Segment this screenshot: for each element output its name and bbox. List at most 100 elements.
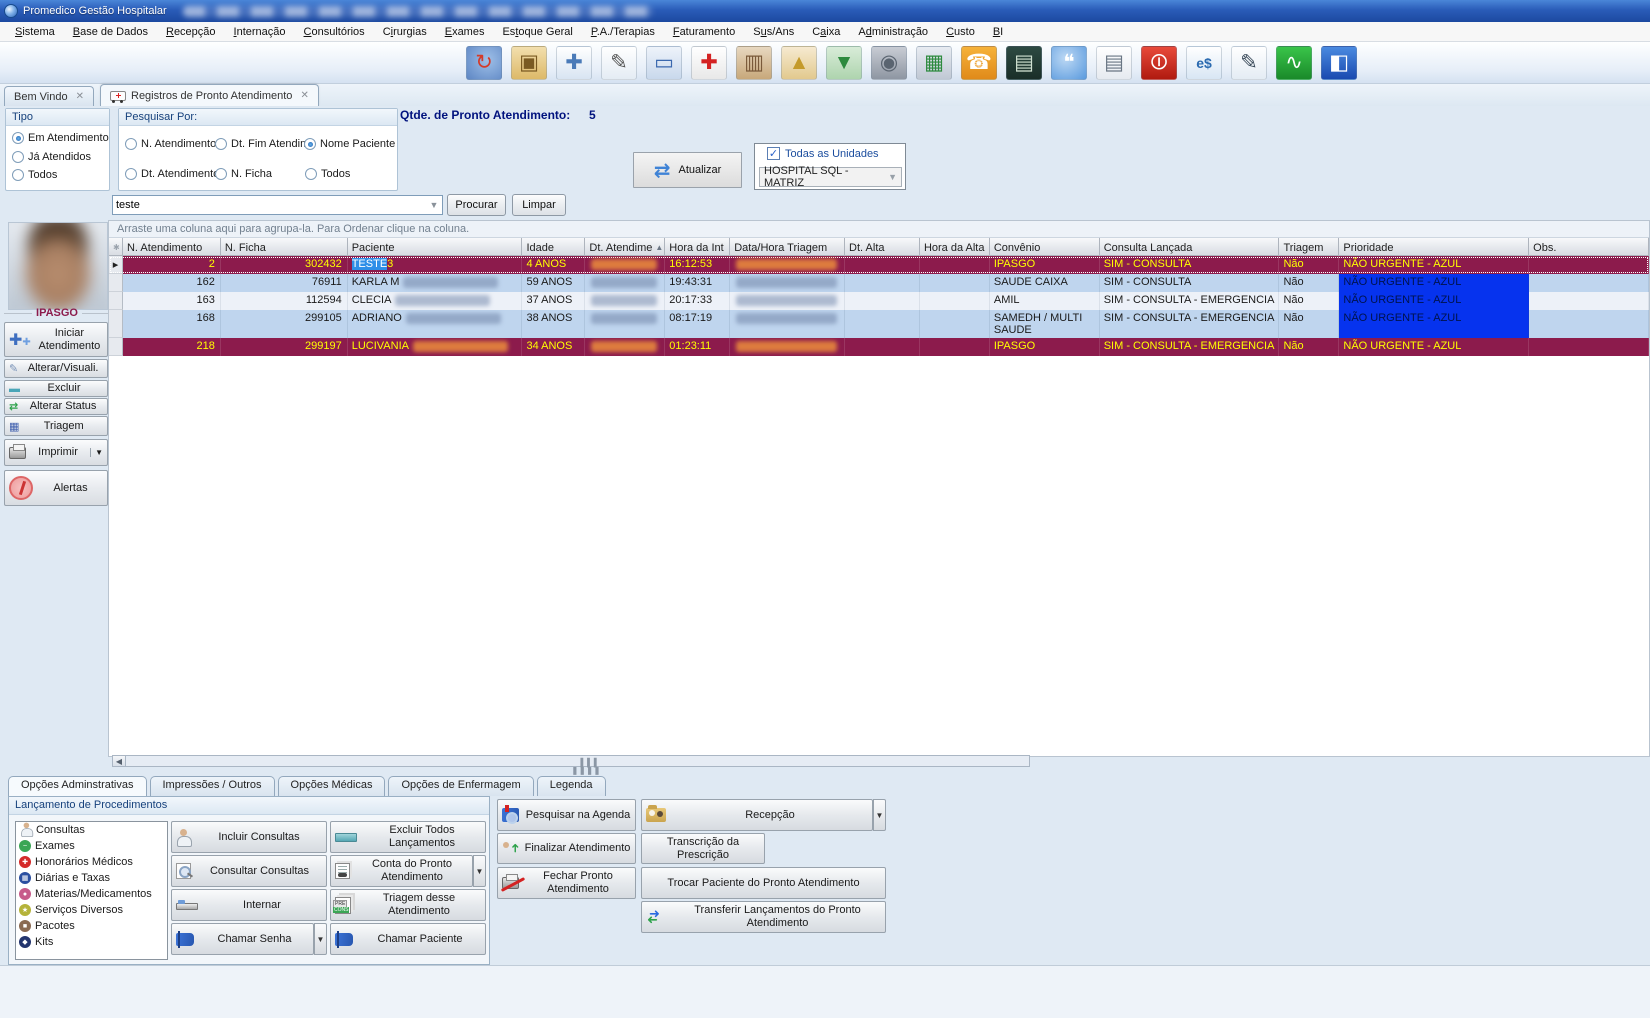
tab-registros-pronto-atendimento[interactable]: Registros de Pronto Atendimento ✕ [100,84,319,106]
procedure-item-servi-os-diversos[interactable]: ★Serviços Diversos [16,902,167,918]
column-header-hora-da-int[interactable]: Hora da Int [665,238,730,256]
ledger-book-icon[interactable]: ▤ [1006,46,1042,80]
menu-exames[interactable]: Exames [436,24,494,40]
finalizar-atendimento-button[interactable]: Finalizar Atendimento [497,833,636,864]
doctor-icon[interactable]: ✚ [556,46,592,80]
conta-pronto-atendimento-button[interactable]: Conta do Pronto Atendimento [330,855,473,887]
incluir-consultas-button[interactable]: Incluir Consultas [171,821,327,853]
column-header-consulta-lan-ada[interactable]: Consulta Lançada [1100,238,1280,256]
scroll-left-icon[interactable]: ◀ [112,755,126,767]
menu-estoque-geral[interactable]: Estoque Geral [493,24,581,40]
patient-records-icon[interactable]: ▣ [511,46,547,80]
table-row[interactable]: 168299105ADRIANO 38 ANOS08:17:19SAMEDH /… [109,310,1649,338]
hospital-bed-icon[interactable]: ▭ [646,46,682,80]
alterar-visualizar-button[interactable]: ✎ Alterar/Visuali. [4,359,108,378]
phone-directory-icon[interactable]: ☎ [961,46,997,80]
transferir-lancamentos-button[interactable]: Transferir Lançamentos do Pronto Atendim… [641,901,886,933]
pesquisar-radio-n-ficha[interactable]: N. Ficha [215,168,272,180]
close-icon[interactable]: ✕ [300,90,308,101]
chat-icon[interactable]: ❝ [1051,46,1087,80]
menu-base-de-dados[interactable]: Base de Dados [64,24,157,40]
menu-custo[interactable]: Custo [937,24,984,40]
menu-consult-rios[interactable]: Consultórios [295,24,374,40]
procedure-item-honor-rios-m-dicos[interactable]: ✚Honorários Médicos [16,854,167,870]
procedure-item-pacotes[interactable]: ■Pacotes [16,918,167,934]
chamar-senha-button[interactable]: Chamar Senha [171,923,314,955]
power-icon[interactable]: ⏼ [1141,46,1177,80]
conta-dropdown-chevron-icon[interactable]: ▼ [473,855,486,887]
table-row[interactable]: ▸2302432TESTE 34 ANOS16:12:53IPASGOSIM -… [109,256,1649,274]
recepcao-button[interactable]: Recepção [641,799,873,831]
table-row[interactable]: 16276911KARLA M 59 ANOS19:43:31SAUDE CAI… [109,274,1649,292]
bottom-tab-op-es-adminstrativas[interactable]: Opções Adminstrativas [8,776,147,796]
triagem-atendimento-button[interactable]: Triagem desse Atendimento [330,889,486,921]
iniciar-atendimento-button[interactable]: ✚✚ Iniciar Atendimento [4,322,108,357]
menu-sus-ans[interactable]: Sus/Ans [744,24,803,40]
table-row[interactable]: 163112594CLECIA 37 ANOS20:17:33AMILSIM -… [109,292,1649,310]
invoice-icon[interactable]: ▤ [1096,46,1132,80]
tab-bem-vindo[interactable]: Bem Vindo ✕ [4,86,94,106]
prescription-icon[interactable]: ✎ [601,46,637,80]
procedure-item-kits[interactable]: ◆Kits [16,934,167,950]
column-header-dt-atendime[interactable]: Dt. Atendime▲ [585,238,665,256]
stock-icon[interactable]: ▥ [736,46,772,80]
column-header-dt-alta[interactable]: Dt. Alta [845,238,920,256]
billing-calculator-icon[interactable]: ▦ [916,46,952,80]
search-input[interactable] [113,199,426,211]
triagem-button[interactable]: ▦ Triagem [4,416,108,436]
safe-icon[interactable]: ◉ [871,46,907,80]
procedure-item-consultas[interactable]: Consultas [16,822,167,838]
menu-recep-o[interactable]: Recepção [157,24,225,40]
column-header-hora-da-alta[interactable]: Hora da Alta [920,238,990,256]
table-row[interactable]: 218299197LUCIVANIA 34 ANOS01:23:11IPASGO… [109,338,1649,356]
todas-unidades-checkbox[interactable]: ✓ [767,147,780,160]
search-combobox[interactable]: ▼ [112,195,443,215]
atualizar-button[interactable]: ⇄ Atualizar [633,152,742,188]
tipo-radio-em-atendimento[interactable]: Em Atendimento [12,132,109,144]
column-header-idade[interactable]: Idade [522,238,585,256]
menu-p-a-terapias[interactable]: P.A./Terapias [582,24,664,40]
procurar-button[interactable]: Procurar [447,194,506,216]
close-icon[interactable]: ✕ [76,91,84,102]
senha-dropdown-chevron-icon[interactable]: ▼ [314,923,327,955]
pesquisar-radio-todos[interactable]: Todos [305,168,350,180]
bottom-tab-legenda[interactable]: Legenda [537,776,606,796]
bottom-tab-op-es-m-dicas[interactable]: Opções Médicas [278,776,386,796]
trocar-paciente-button[interactable]: Trocar Paciente do Pronto Atendimento [641,867,886,899]
pesquisar-radio-dt-atendimento[interactable]: Dt. Atendimento [125,168,219,180]
column-header-n-atendimento[interactable]: N. Atendimento [123,238,221,256]
revenue-up-icon[interactable]: ▲ [781,46,817,80]
imprimir-button[interactable]: Imprimir ▼ [4,439,108,466]
column-header-data-hora-triagem[interactable]: Data/Hora Triagem [730,238,845,256]
internar-button[interactable]: Internar [171,889,327,921]
unidade-dropdown[interactable]: HOSPITAL SQL - MATRIZ ▼ [759,167,902,187]
transcricao-prescricao-button[interactable]: Transcrição da Prescrição [641,833,765,864]
fechar-pronto-atendimento-button[interactable]: Fechar Pronto Atendimento [497,867,636,899]
alterar-status-button[interactable]: ⇄ Alterar Status [4,398,108,415]
column-header-triagem[interactable]: Triagem [1279,238,1339,256]
excluir-button[interactable]: ▬ Excluir [4,380,108,397]
menu-cirurgias[interactable]: Cirurgias [374,24,436,40]
ambulance-icon[interactable]: ✚ [691,46,727,80]
consultar-consultas-button[interactable]: Consultar Consultas [171,855,327,887]
refresh-contact-icon[interactable]: ↻ [466,46,502,80]
tipo-radio-todos[interactable]: Todos [12,169,57,181]
pesquisar-radio-n-atendimento[interactable]: N. Atendimento [125,138,216,150]
tipo-radio-j-atendidos[interactable]: Já Atendidos [12,151,91,163]
excluir-todos-lancamentos-button[interactable]: Excluir Todos Lançamentos [330,821,486,853]
chevron-down-icon[interactable]: ▼ [426,200,442,210]
horizontal-scrollbar[interactable]: ◀ ▐▐▐ [112,755,1030,767]
column-header-prioridade[interactable]: Prioridade [1339,238,1529,256]
bottom-tab-impress-es-outros[interactable]: Impressões / Outros [150,776,275,796]
column-header-obs-[interactable]: Obs. [1529,238,1649,256]
column-header-n-ficha[interactable]: N. Ficha [221,238,348,256]
bottom-tab-op-es-de-enfermagem[interactable]: Opções de Enfermagem [388,776,533,796]
recepcao-dropdown-chevron-icon[interactable]: ▼ [873,799,886,831]
pesquisar-radio-dt-fim-atendime[interactable]: Dt. Fim Atendime [215,138,315,150]
vitals-monitor-icon[interactable]: ∿ [1276,46,1312,80]
procedure-item-exames[interactable]: ~Exames [16,838,167,854]
menu-faturamento[interactable]: Faturamento [664,24,744,40]
e-billing-icon[interactable]: e$ [1186,46,1222,80]
payment-down-icon[interactable]: ▼ [826,46,862,80]
row-selector-header[interactable]: ✱ [109,238,123,256]
